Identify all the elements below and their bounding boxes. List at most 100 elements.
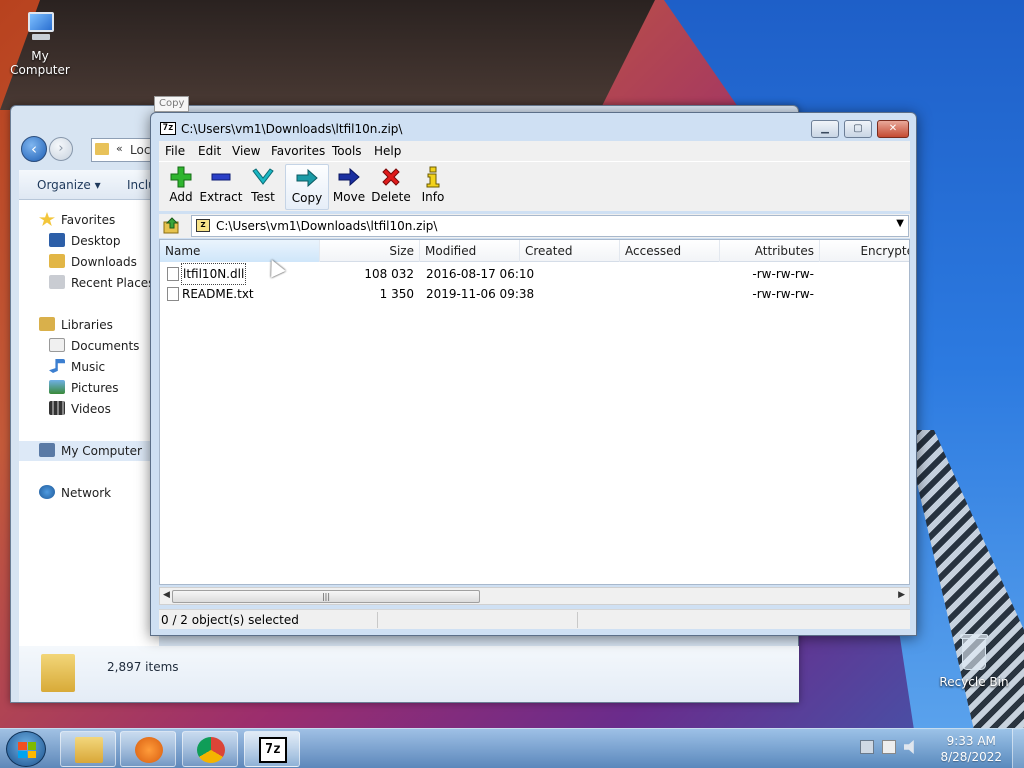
sevenzip-app-icon: 7z xyxy=(259,737,287,763)
column-size[interactable]: Size xyxy=(320,240,420,262)
nav-label: Pictures xyxy=(71,381,119,395)
nav-downloads[interactable]: Downloads xyxy=(49,252,137,272)
computer-icon xyxy=(20,10,60,46)
copy-arrow-icon xyxy=(296,168,318,188)
menu-help[interactable]: Help xyxy=(374,144,401,158)
menu-view[interactable]: View xyxy=(232,144,260,158)
move-arrow-icon xyxy=(338,167,360,187)
delete-x-icon xyxy=(382,168,400,186)
path-text: C:\Users\vm1\Downloads\ltfil10n.zip\ xyxy=(216,219,438,233)
close-button[interactable]: ✕ xyxy=(877,120,909,138)
explorer-nav-pane: Favorites Desktop Downloads Recent Place… xyxy=(19,200,159,646)
extract-button[interactable]: Extract xyxy=(199,164,243,210)
scroll-right-icon[interactable]: ▶ xyxy=(898,590,905,600)
delete-label: Delete xyxy=(371,190,411,204)
breadcrumb-chevron[interactable]: « xyxy=(116,142,123,155)
taskbar: 7z 9:33 AM 8/28/2022 xyxy=(0,728,1024,768)
menu-edit[interactable]: Edit xyxy=(198,144,221,158)
nav-network[interactable]: Network xyxy=(39,483,111,503)
clock-time: 9:33 AM xyxy=(946,734,996,748)
nav-favorites[interactable]: Favorites xyxy=(39,210,115,230)
show-desktop-button[interactable] xyxy=(1012,729,1024,768)
nav-desktop[interactable]: Desktop xyxy=(49,231,121,251)
title-bar[interactable]: 7z C:\Users\vm1\Downloads\ltfil10n.zip\ … xyxy=(151,113,916,141)
info-icon xyxy=(426,166,440,188)
file-row[interactable]: README.txt 1 350 2019-11-06 09:38 -rw-rw… xyxy=(160,284,909,304)
taskbar-explorer[interactable] xyxy=(60,731,116,767)
minus-icon xyxy=(211,173,231,181)
toolbar: Add Extract Test Copy Move Delete Info xyxy=(159,161,910,211)
file-name: README.txt xyxy=(182,287,254,301)
action-center-icon[interactable] xyxy=(882,740,896,754)
menu-file[interactable]: File xyxy=(165,144,185,158)
music-icon xyxy=(49,359,65,373)
nav-my-computer[interactable]: My Computer xyxy=(19,441,157,461)
item-count: 2,897 items xyxy=(107,660,179,674)
nav-pictures[interactable]: Pictures xyxy=(49,378,119,398)
add-label: Add xyxy=(169,190,193,204)
column-modified[interactable]: Modified xyxy=(420,240,520,262)
copy-button[interactable]: Copy xyxy=(285,164,329,210)
column-encrypted[interactable]: Encrypte xyxy=(820,240,909,262)
minimize-button[interactable]: ▁ xyxy=(811,120,839,138)
column-name[interactable]: Name xyxy=(160,240,320,262)
taskbar-chrome[interactable] xyxy=(182,731,238,767)
selection-status: 0 / 2 object(s) selected xyxy=(161,613,299,627)
taskbar-7zip[interactable]: 7z xyxy=(244,731,300,767)
scroll-thumb[interactable]: ||| xyxy=(172,590,480,603)
network-icon xyxy=(39,485,55,499)
maximize-button[interactable]: ▢ xyxy=(844,120,872,138)
libraries-icon xyxy=(39,317,55,331)
zip-file-icon: Z xyxy=(196,219,210,232)
forward-arrow-icon[interactable]: › xyxy=(49,137,73,161)
videos-icon xyxy=(49,401,65,415)
copy-tooltip: Copy xyxy=(154,96,190,112)
folder-icon xyxy=(95,143,109,155)
column-created[interactable]: Created xyxy=(520,240,620,262)
taskbar-media-player[interactable] xyxy=(120,731,176,767)
file-name: ltfil10N.dll xyxy=(180,263,247,285)
network-tray-icon[interactable] xyxy=(860,740,874,754)
clock-date: 8/28/2022 xyxy=(940,750,1002,764)
horizontal-scrollbar[interactable]: ◀ ||| ▶ xyxy=(159,587,910,605)
windows-logo-icon xyxy=(18,742,36,758)
start-button[interactable] xyxy=(6,731,46,767)
system-tray: 9:33 AM 8/28/2022 xyxy=(844,729,1024,768)
file-modified: 2016-08-17 06:10 xyxy=(426,267,535,281)
status-bar: 0 / 2 object(s) selected xyxy=(159,609,910,629)
info-button[interactable]: Info xyxy=(411,164,455,210)
nav-music[interactable]: Music xyxy=(49,357,105,377)
explorer-details-pane: 2,897 items xyxy=(19,646,799,702)
nav-label: Documents xyxy=(71,339,140,353)
add-button[interactable]: Add xyxy=(159,164,203,210)
column-accessed[interactable]: Accessed xyxy=(620,240,720,262)
delete-button[interactable]: Delete xyxy=(369,164,413,210)
scroll-left-icon[interactable]: ◀ xyxy=(163,590,170,600)
nav-label: Network xyxy=(61,486,112,500)
text-file-icon xyxy=(167,287,179,301)
nav-label: Videos xyxy=(71,402,111,416)
path-input[interactable]: Z C:\Users\vm1\Downloads\ltfil10n.zip\ ▼ xyxy=(191,215,909,237)
up-folder-icon[interactable] xyxy=(163,217,181,235)
nav-recent-places[interactable]: Recent Places xyxy=(49,273,154,293)
desktop-icon-my-computer[interactable]: My Computer xyxy=(0,10,80,77)
menu-bar: File Edit View Favorites Tools Help xyxy=(159,141,910,161)
nav-libraries[interactable]: Libraries xyxy=(39,315,113,335)
move-button[interactable]: Move xyxy=(327,164,371,210)
extract-label: Extract xyxy=(199,190,243,204)
dropdown-arrow-icon[interactable]: ▼ xyxy=(896,218,904,229)
star-icon xyxy=(39,212,55,226)
nav-videos[interactable]: Videos xyxy=(49,399,111,419)
menu-tools[interactable]: Tools xyxy=(332,144,362,158)
clock[interactable]: 9:33 AM 8/28/2022 xyxy=(940,733,1002,765)
back-arrow-icon[interactable]: ‹ xyxy=(21,136,47,162)
menu-favorites[interactable]: Favorites xyxy=(271,144,325,158)
test-button[interactable]: Test xyxy=(241,164,285,210)
sevenzip-window[interactable]: 7z C:\Users\vm1\Downloads\ltfil10n.zip\ … xyxy=(150,112,917,636)
desktop-icon-recycle-bin[interactable]: Recycle Bin xyxy=(934,632,1014,689)
organize-button[interactable]: Organize ▾ xyxy=(37,178,101,192)
nav-documents[interactable]: Documents xyxy=(49,336,139,356)
file-list[interactable]: Name Size Modified Created Accessed Attr… xyxy=(159,239,910,585)
column-attributes[interactable]: Attributes xyxy=(720,240,820,262)
volume-icon[interactable] xyxy=(904,740,914,754)
